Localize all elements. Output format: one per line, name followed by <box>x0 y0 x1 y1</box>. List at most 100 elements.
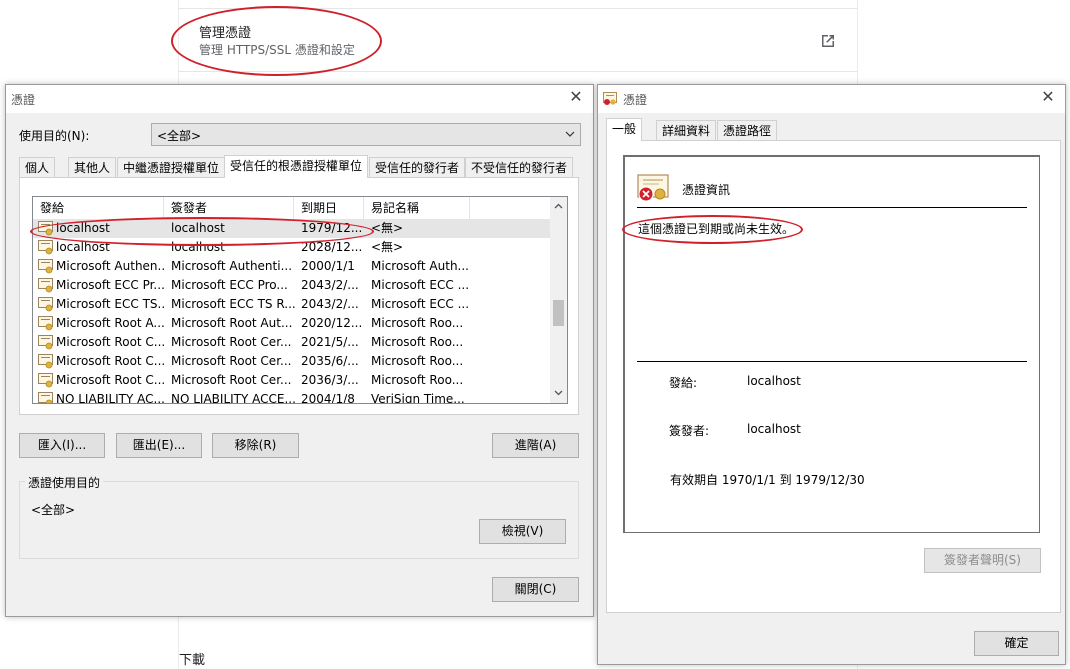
issued-by-label: 簽發者: <box>669 424 710 438</box>
cell-issued-by: Microsoft Root Cer... <box>171 335 292 349</box>
view-button[interactable]: 檢視(V) <box>479 519 566 544</box>
cell-issued-to: Microsoft Root C... <box>56 335 166 349</box>
close-icon[interactable]: ✕ <box>567 88 585 106</box>
certificate-icon <box>38 316 53 331</box>
certificate-row[interactable]: Microsoft Root C... Microsoft Root Cer...… <box>33 333 553 352</box>
issued-to-label: 發給: <box>669 376 698 390</box>
tab-intermediate-ca[interactable]: 中繼憑證授權單位 <box>117 157 226 178</box>
ok-button[interactable]: 確定 <box>974 631 1059 656</box>
advanced-button[interactable]: 進階(A) <box>492 433 579 458</box>
issued-to-value: localhost <box>747 374 801 388</box>
certificate-row[interactable]: Microsoft Authen... Microsoft Authenti...… <box>33 257 553 276</box>
certificate-row[interactable]: Microsoft Root C... Microsoft Root Cer...… <box>33 352 553 371</box>
cell-issued-by: Microsoft Authenti... <box>171 259 293 273</box>
column-header-issued-by[interactable]: 簽發者 <box>164 197 294 219</box>
certificate-row[interactable]: Microsoft Root A... Microsoft Root Aut...… <box>33 314 553 333</box>
column-header-expiration[interactable]: 到期日 <box>294 197 364 219</box>
issued-by-value: localhost <box>747 422 801 436</box>
certificate-row[interactable]: NO LIABILITY AC... NO LIABILITY ACCE... 20… <box>33 390 553 404</box>
tab-general[interactable]: 一般 <box>606 118 643 141</box>
cell-friendly-name: Microsoft Roo... <box>371 335 464 349</box>
certificate-row[interactable]: Microsoft Root C... Microsoft Root Cer...… <box>33 371 553 390</box>
certificate-icon <box>38 354 53 369</box>
list-scrollbar[interactable] <box>550 197 567 403</box>
cell-issued-to: Microsoft Root A... <box>56 316 165 330</box>
cell-expiration: 2021/5/... <box>301 335 359 349</box>
validity-to-label: 到 <box>779 473 792 487</box>
validity-from-label: 有效期自 <box>670 473 719 487</box>
cell-expiration: 1979/12... <box>301 221 363 235</box>
cell-issued-by: NO LIABILITY ACCE... <box>171 392 296 404</box>
cell-issued-by: localhost <box>171 221 225 235</box>
certificate-list[interactable]: 發給 簽發者 到期日 易記名稱 localhost localhost 1979/1… <box>32 196 568 404</box>
certificate-icon <box>38 373 53 388</box>
certificate-row[interactable]: localhost localhost 1979/12... <無> <box>33 219 553 238</box>
certificate-error-icon <box>637 174 669 202</box>
certificate-icon <box>38 392 53 403</box>
cell-issued-by: Microsoft ECC Pro... <box>171 278 288 292</box>
tab-untrusted-publishers[interactable]: 不受信任的發行者 <box>465 157 574 178</box>
remove-button[interactable]: 移除(R) <box>212 433 299 458</box>
cell-issued-to: localhost <box>56 221 110 235</box>
scrollbar-thumb[interactable] <box>553 300 564 326</box>
tab-details[interactable]: 詳細資料 <box>656 120 717 141</box>
purpose-select-value: <全部> <box>157 129 202 143</box>
certificate-row[interactable]: Microsoft ECC Pr... Microsoft ECC Pro... 2… <box>33 276 553 295</box>
tab-trusted-root-ca[interactable]: 受信任的根憑證授權單位 <box>224 155 369 178</box>
cell-expiration: 2020/12... <box>301 316 363 330</box>
cell-issued-to: localhost <box>56 240 110 254</box>
detail-close-icon[interactable]: ✕ <box>1039 88 1057 106</box>
scroll-up-icon[interactable] <box>554 203 563 209</box>
cell-issued-to: NO LIABILITY AC... <box>56 392 165 404</box>
close-button[interactable]: 關閉(C) <box>492 577 579 602</box>
tab-personal[interactable]: 個人 <box>19 157 56 178</box>
download-label: 下載 <box>179 653 206 668</box>
certificate-icon <box>38 259 53 274</box>
cell-issued-to: Microsoft ECC TS... <box>56 297 166 311</box>
cell-issued-to: Microsoft Root C... <box>56 373 166 387</box>
certificate-row[interactable]: localhost localhost 2028/12... <無> <box>33 238 553 257</box>
import-button[interactable]: 匯入(I)... <box>19 433 105 458</box>
column-header-friendly-name[interactable]: 易記名稱 <box>364 197 470 219</box>
scroll-down-icon[interactable] <box>554 390 563 396</box>
column-header-issued-to[interactable]: 發給 <box>33 197 164 219</box>
cell-expiration: 2043/2/... <box>301 278 359 292</box>
tab-other-people[interactable]: 其他人 <box>68 157 117 178</box>
cell-friendly-name: Microsoft ECC ... <box>371 297 470 311</box>
cell-issued-to: Microsoft Authen... <box>56 259 166 273</box>
certificate-row[interactable]: Microsoft ECC TS... Microsoft ECC TS R...… <box>33 295 553 314</box>
heading-divider <box>637 207 1027 208</box>
cell-issued-by: Microsoft Root Cer... <box>171 354 292 368</box>
cell-friendly-name: <無> <box>371 221 404 235</box>
certificate-detail-window: 憑證 ✕ 一般 詳細資料 憑證路徑 憑證資訊 這個憑證已到期或尚未生效。 發給:… <box>597 84 1066 665</box>
cell-friendly-name: Microsoft Auth... <box>371 259 469 273</box>
certificate-icon <box>38 240 53 255</box>
cell-issued-by: Microsoft Root Aut... <box>171 316 293 330</box>
certificate-icon <box>38 335 53 350</box>
details-divider <box>637 361 1027 362</box>
cell-expiration: 2004/1/8 <box>301 392 355 404</box>
cell-friendly-name: Microsoft Roo... <box>371 373 464 387</box>
certificate-purposes-label: 憑證使用目的 <box>25 474 104 491</box>
manage-certificates-row[interactable] <box>178 8 858 72</box>
validity-period: 有效期自 1970/1/1 到 1979/12/30 <box>670 471 865 488</box>
cell-expiration: 2035/6/... <box>301 354 359 368</box>
cell-issued-by: Microsoft ECC TS R... <box>171 297 296 311</box>
certificate-info-heading: 憑證資訊 <box>682 183 731 197</box>
tab-certification-path[interactable]: 憑證路徑 <box>717 120 778 141</box>
purpose-select[interactable]: <全部> <box>151 123 581 146</box>
export-button[interactable]: 匯出(E)... <box>116 433 202 458</box>
cell-friendly-name: Microsoft Roo... <box>371 316 464 330</box>
certificate-error-text: 這個憑證已到期或尚未生效。 <box>638 222 795 236</box>
cell-friendly-name: <無> <box>371 240 404 254</box>
open-external-icon[interactable] <box>819 32 837 50</box>
manage-certificates-subtitle: 管理 HTTPS/SSL 憑證和設定 <box>199 43 355 57</box>
issuer-statement-button[interactable]: 簽發者聲明(S) <box>924 548 1041 573</box>
title-bar: 憑證 ✕ <box>6 85 593 113</box>
tab-trusted-publishers[interactable]: 受信任的發行者 <box>369 157 466 178</box>
cell-friendly-name: VeriSign Time... <box>371 392 465 404</box>
window-title: 憑證 <box>11 93 36 107</box>
cell-expiration: 2000/1/1 <box>301 259 355 273</box>
certificate-icon <box>38 221 53 236</box>
certificate-info-box: 憑證資訊 這個憑證已到期或尚未生效。 發給: localhost 簽發者: lo… <box>623 155 1040 533</box>
